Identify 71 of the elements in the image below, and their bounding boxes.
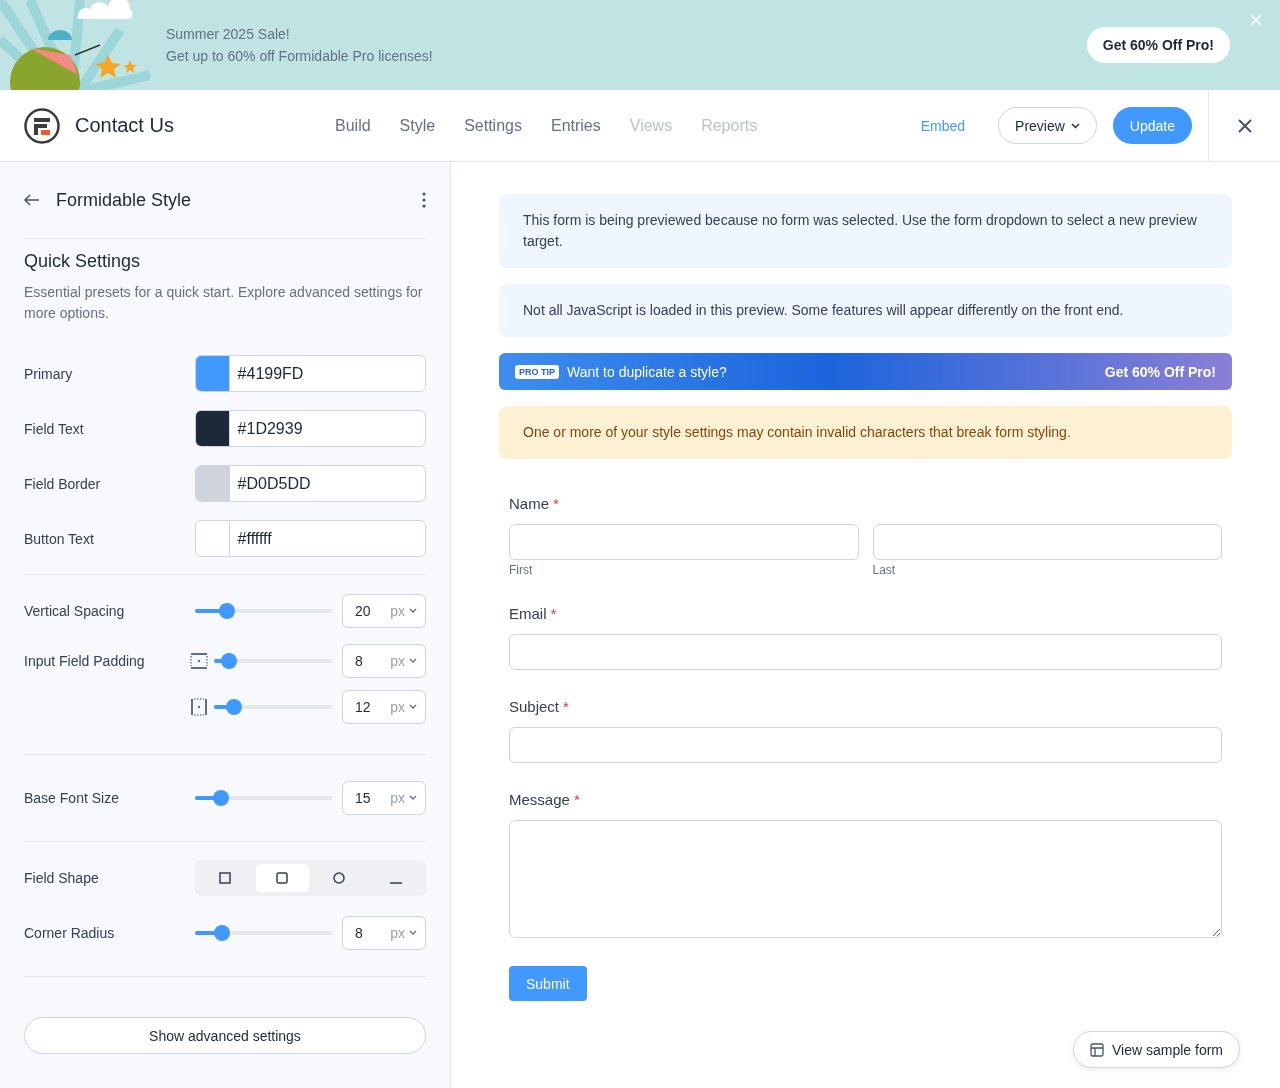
more-icon[interactable] bbox=[422, 192, 426, 208]
table-icon bbox=[1090, 1042, 1104, 1057]
shape-option[interactable] bbox=[255, 863, 309, 892]
number-field[interactable]: 12 px bbox=[342, 690, 426, 724]
setting-label: Corner Radius bbox=[24, 924, 116, 941]
info-notice: Not all JavaScript is loaded in this preview. Some features will appear differently on the front end. bbox=[499, 284, 1232, 337]
vertical-padding-icon bbox=[190, 652, 208, 670]
setting-label: Input Field Padding bbox=[24, 653, 146, 669]
info-notice: This form is being previewed because no form was selected. Use the form dropdown to select a new preview target. bbox=[499, 194, 1232, 268]
section-description: Essential presets for a quick start. Explore advanced settings for more options. bbox=[24, 283, 424, 323]
number-field[interactable]: 8 px bbox=[342, 644, 426, 678]
field-label: Subject * bbox=[509, 698, 570, 715]
color-swatch[interactable] bbox=[195, 521, 230, 556]
number-field[interactable]: 8 px bbox=[342, 915, 426, 950]
chevron-down-icon bbox=[409, 929, 417, 936]
number-field[interactable]: 15 px bbox=[342, 781, 426, 815]
pro-badge: PRO TIP bbox=[515, 364, 559, 379]
color-field[interactable]: #1D2939 bbox=[194, 410, 426, 447]
back-arrow-icon[interactable] bbox=[24, 194, 40, 206]
text-field[interactable] bbox=[509, 634, 1222, 670]
setting-label: Button Text bbox=[24, 530, 95, 547]
horizontal-padding-icon bbox=[190, 698, 208, 716]
circle-shape-icon bbox=[331, 870, 346, 885]
underline-shape-icon bbox=[388, 881, 403, 884]
text-field[interactable] bbox=[509, 727, 1222, 763]
color-field[interactable]: #4199FD bbox=[194, 355, 426, 392]
offer-button[interactable]: Get 60% Off Pro! bbox=[1086, 27, 1230, 63]
nav-tab[interactable]: Settings bbox=[464, 116, 522, 135]
setting-label: Field Text bbox=[24, 420, 85, 437]
rounded-shape-icon bbox=[275, 870, 290, 885]
setting-label: Field Shape bbox=[24, 869, 100, 886]
number-field[interactable]: 20 px bbox=[342, 593, 426, 628]
nav-tab[interactable]: Entries bbox=[550, 116, 601, 135]
setting-label: Base Font Size bbox=[24, 790, 120, 806]
preview-button[interactable]: Preview bbox=[998, 107, 1097, 144]
close-icon[interactable] bbox=[1236, 117, 1253, 134]
advanced-settings-button[interactable]: Show advanced settings bbox=[24, 1017, 426, 1054]
chevron-down-icon bbox=[409, 607, 417, 614]
color-field[interactable]: #D0D5DD bbox=[194, 465, 426, 502]
field-label: Message * bbox=[509, 791, 581, 808]
form-title: Contact Us bbox=[75, 114, 175, 137]
color-swatch[interactable] bbox=[195, 466, 230, 501]
setting-label: Primary bbox=[24, 365, 74, 382]
square-shape-icon bbox=[218, 870, 233, 885]
banner-text: Get up to 60% off Formidable Pro licenses! bbox=[166, 48, 434, 64]
warning-notice: One or more of your style settings may contain invalid characters that break form styling. bbox=[499, 406, 1232, 459]
banner-title: Summer 2025 Sale! bbox=[166, 26, 291, 42]
text-field[interactable] bbox=[509, 524, 859, 560]
upgrade-link[interactable]: Get 60% Off Pro! bbox=[1104, 363, 1216, 380]
sub-label: First bbox=[509, 563, 534, 577]
section-title: Quick Settings bbox=[24, 251, 142, 272]
logo-icon bbox=[24, 107, 60, 144]
chevron-down-icon bbox=[409, 704, 417, 710]
field-label: Name * bbox=[509, 495, 560, 512]
setting-label: Field Border bbox=[24, 475, 102, 492]
text-field[interactable] bbox=[872, 524, 1222, 560]
tip-text: Want to duplicate a style? bbox=[567, 363, 727, 380]
nav-tab[interactable]: Build bbox=[335, 116, 371, 135]
chevron-down-icon bbox=[409, 795, 417, 801]
sub-label: Last bbox=[872, 563, 897, 577]
message-field[interactable] bbox=[509, 820, 1222, 938]
color-field[interactable]: #ffffff bbox=[194, 520, 426, 557]
style-title: Formidable Style bbox=[56, 189, 193, 211]
nav-tab[interactable]: Style bbox=[399, 116, 436, 135]
chevron-down-icon bbox=[1070, 122, 1080, 129]
chevron-down-icon bbox=[409, 658, 417, 664]
color-swatch[interactable] bbox=[195, 411, 230, 446]
field-label: Email * bbox=[509, 605, 558, 622]
color-swatch[interactable] bbox=[195, 356, 230, 391]
sample-form-button[interactable]: View sample form bbox=[1073, 1031, 1240, 1068]
setting-label: Vertical Spacing bbox=[24, 602, 126, 619]
